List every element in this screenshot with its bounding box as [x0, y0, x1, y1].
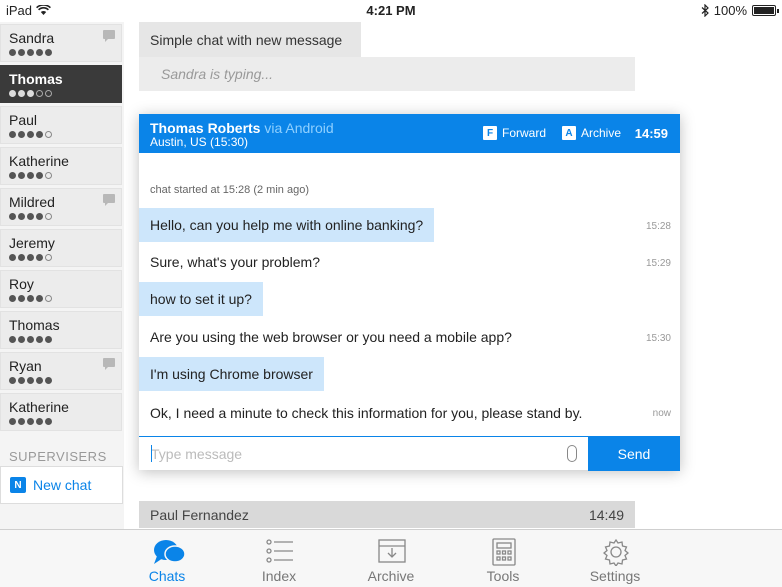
message-time: 15:29 — [645, 258, 671, 269]
chats-icon — [154, 540, 186, 564]
message-input[interactable] — [139, 437, 588, 470]
tab-chats[interactable]: Chats — [117, 530, 217, 587]
chat-header: Thomas Roberts via Android Austin, US (1… — [139, 114, 680, 153]
contact-item-jeremy[interactable]: Jeremy — [0, 229, 122, 267]
contact-item-katherine-2[interactable]: Katherine — [0, 393, 122, 431]
contact-name: Jeremy — [9, 235, 55, 251]
rating-dots — [9, 418, 113, 425]
contact-item-thomas[interactable]: Thomas — [0, 65, 122, 103]
simple-chat-card[interactable]: Simple chat with new message — [139, 22, 361, 57]
contact-sidebar: Sandra Thomas Paul Katherine Mildred Jer… — [0, 22, 124, 530]
message-composer: Send — [139, 436, 680, 471]
paperclip-icon[interactable] — [567, 445, 577, 462]
contact-item-ryan[interactable]: Ryan — [0, 352, 122, 390]
message-icon — [103, 194, 115, 206]
contact-item-roy[interactable]: Roy — [0, 270, 122, 308]
rating-dots — [9, 49, 113, 56]
status-bar: iPad 4:21 PM 100% — [0, 0, 782, 22]
rating-dots — [9, 295, 113, 302]
contact-name: Ryan — [9, 358, 42, 374]
rating-dots — [9, 377, 113, 384]
contact-item-sandra[interactable]: Sandra — [0, 24, 122, 62]
battery-icon — [752, 5, 779, 16]
new-chat-button[interactable]: N New chat — [0, 466, 123, 504]
battery-percent: 100% — [713, 3, 747, 18]
index-icon — [266, 539, 293, 563]
contact-item-katherine[interactable]: Katherine — [0, 147, 122, 185]
text-caret — [151, 445, 152, 462]
new-chat-key-badge: N — [10, 477, 26, 493]
message-icon — [103, 358, 115, 370]
contact-item-thomas-2[interactable]: Thomas — [0, 311, 122, 349]
archive-button[interactable]: A Archive — [562, 126, 621, 140]
message-time: now — [652, 408, 671, 419]
contact-name: Thomas — [9, 71, 63, 87]
tab-settings[interactable]: Settings — [565, 530, 665, 587]
new-chat-label: New chat — [33, 477, 92, 493]
tab-label: Tools — [486, 568, 520, 584]
tab-label: Settings — [589, 568, 641, 584]
tools-icon — [492, 538, 516, 566]
contact-name: Mildred — [9, 194, 55, 210]
rating-dots — [9, 213, 113, 220]
supervisers-heading: SUPERVISERS — [9, 449, 107, 464]
settings-icon — [602, 538, 630, 566]
message-bubble-agent: Sure, what's your problem? — [150, 254, 320, 270]
contact-item-paul[interactable]: Paul — [0, 106, 122, 144]
forward-button[interactable]: F Forward — [483, 126, 546, 140]
tab-tools[interactable]: Tools — [453, 530, 553, 587]
rating-dots — [9, 131, 113, 138]
tab-archive[interactable]: Archive — [341, 530, 441, 587]
archive-label: Archive — [581, 126, 622, 140]
chat-time: 14:59 — [634, 126, 668, 141]
chat-card-time: 14:49 — [588, 507, 624, 523]
customer-name: Thomas Roberts — [150, 120, 261, 136]
customer-platform: via Android — [264, 120, 334, 136]
contact-name: Paul — [9, 112, 38, 128]
tab-label: Index — [261, 568, 297, 584]
contact-name: Thomas — [9, 317, 60, 333]
paul-chat-card[interactable]: Paul Fernandez 14:49 — [139, 501, 635, 528]
rating-dots — [9, 254, 113, 261]
archive-icon — [378, 539, 406, 563]
rating-dots — [9, 336, 113, 343]
customer-location: Austin, US (15:30) — [150, 135, 249, 149]
message-time: 15:28 — [645, 221, 671, 232]
forward-key-badge: F — [483, 126, 497, 140]
archive-key-badge: A — [562, 126, 576, 140]
chat-window: Thomas Roberts via Android Austin, US (1… — [139, 114, 680, 471]
contact-name: Katherine — [9, 153, 69, 169]
rating-dots — [9, 172, 113, 179]
typing-indicator: Sandra is typing... — [139, 57, 635, 91]
tab-label: Chats — [148, 568, 186, 584]
message-bubble-agent: Ok, I need a minute to check this inform… — [150, 405, 583, 421]
message-bubble-customer: how to set it up? — [139, 282, 263, 316]
forward-label: Forward — [502, 126, 547, 140]
contact-name: Sandra — [9, 30, 55, 46]
message-bubble-agent: Are you using the web browser or you nee… — [150, 329, 512, 345]
tab-index[interactable]: Index — [229, 530, 329, 587]
chat-card-name: Paul Fernandez — [150, 507, 249, 523]
chat-started-note: chat started at 15:28 (2 min ago) — [150, 184, 309, 196]
status-time: 4:21 PM — [366, 3, 416, 18]
rating-dots — [9, 90, 113, 97]
message-time: 15:30 — [645, 333, 671, 344]
message-bubble-customer: Hello, can you help me with online banki… — [139, 208, 435, 242]
message-icon — [103, 30, 115, 42]
tab-label: Archive — [367, 568, 415, 584]
contact-item-mildred[interactable]: Mildred — [0, 188, 122, 226]
bluetooth-icon — [701, 4, 709, 17]
tab-bar: Chats Index Archive Tools Settings — [0, 529, 782, 587]
contact-name: Roy — [9, 276, 34, 292]
contact-name: Katherine — [9, 399, 69, 415]
send-button[interactable]: Send — [588, 437, 680, 471]
message-bubble-customer: I'm using Chrome browser — [139, 357, 324, 391]
